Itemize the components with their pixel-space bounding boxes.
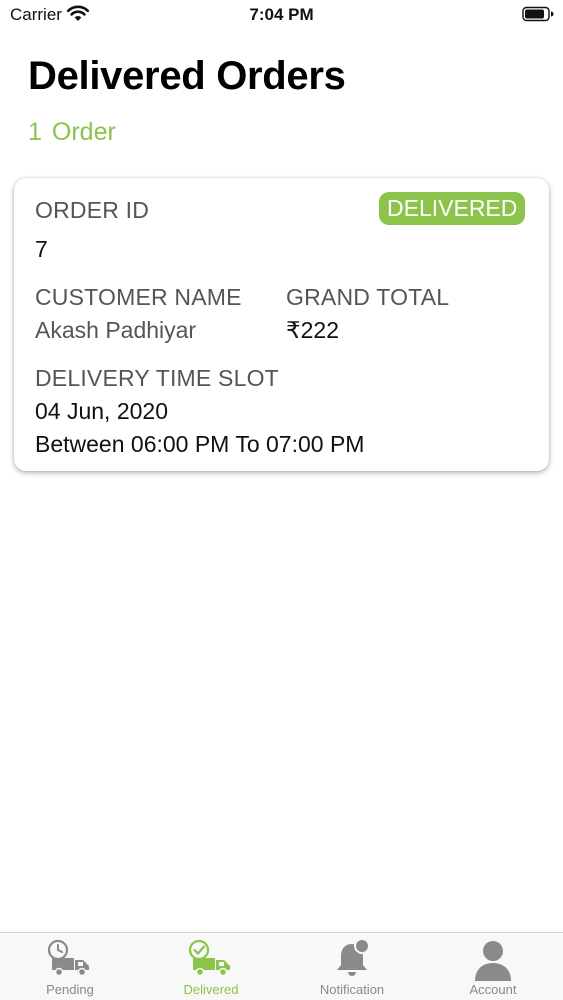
grand-total-label: GRAND TOTAL bbox=[286, 284, 450, 310]
customer-name-label: CUSTOMER NAME bbox=[35, 284, 242, 310]
tab-account[interactable]: Account bbox=[423, 933, 563, 1000]
tab-label-delivered: Delivered bbox=[183, 982, 239, 997]
user-icon bbox=[475, 941, 511, 981]
delivery-date: 04 Jun, 2020 bbox=[35, 398, 169, 424]
tab-label-pending: Pending bbox=[46, 982, 94, 997]
order-id-value: 7 bbox=[35, 236, 48, 262]
tab-bar: Pending Delivered Notification Account bbox=[0, 932, 563, 1000]
bell-icon bbox=[337, 938, 370, 976]
customer-name-value: Akash Padhiyar bbox=[35, 317, 197, 343]
order-id-label: ORDER ID bbox=[35, 197, 150, 223]
grand-total-value: ₹222 bbox=[286, 317, 340, 343]
page-title: Delivered Orders bbox=[28, 54, 346, 98]
time-slot-label: DELIVERY TIME SLOT bbox=[35, 365, 279, 391]
status-bar: Carrier 7:04 PM bbox=[0, 0, 563, 30]
tab-pending[interactable]: Pending bbox=[0, 933, 140, 1000]
tab-delivered[interactable]: Delivered bbox=[141, 933, 281, 1000]
order-card[interactable]: ORDER ID DELIVERED 7 CUSTOMER NAME GRAND… bbox=[14, 178, 549, 471]
order-count-number: 1 bbox=[28, 118, 42, 146]
order-count: 1 Order bbox=[28, 118, 116, 147]
status-badge: DELIVERED bbox=[379, 192, 526, 225]
delivered-truck-check-icon bbox=[188, 939, 230, 977]
order-count-label: Order bbox=[51, 118, 116, 146]
tab-label-notification: Notification bbox=[319, 982, 385, 997]
delivery-window: Between 06:00 PM To 07:00 PM bbox=[35, 431, 365, 457]
status-time: 7:04 PM bbox=[249, 5, 314, 24]
battery-icon bbox=[522, 6, 554, 22]
pending-truck-clock-icon bbox=[47, 939, 89, 977]
tab-notification[interactable]: Notification bbox=[282, 933, 422, 1000]
tab-label-account: Account bbox=[469, 982, 517, 997]
